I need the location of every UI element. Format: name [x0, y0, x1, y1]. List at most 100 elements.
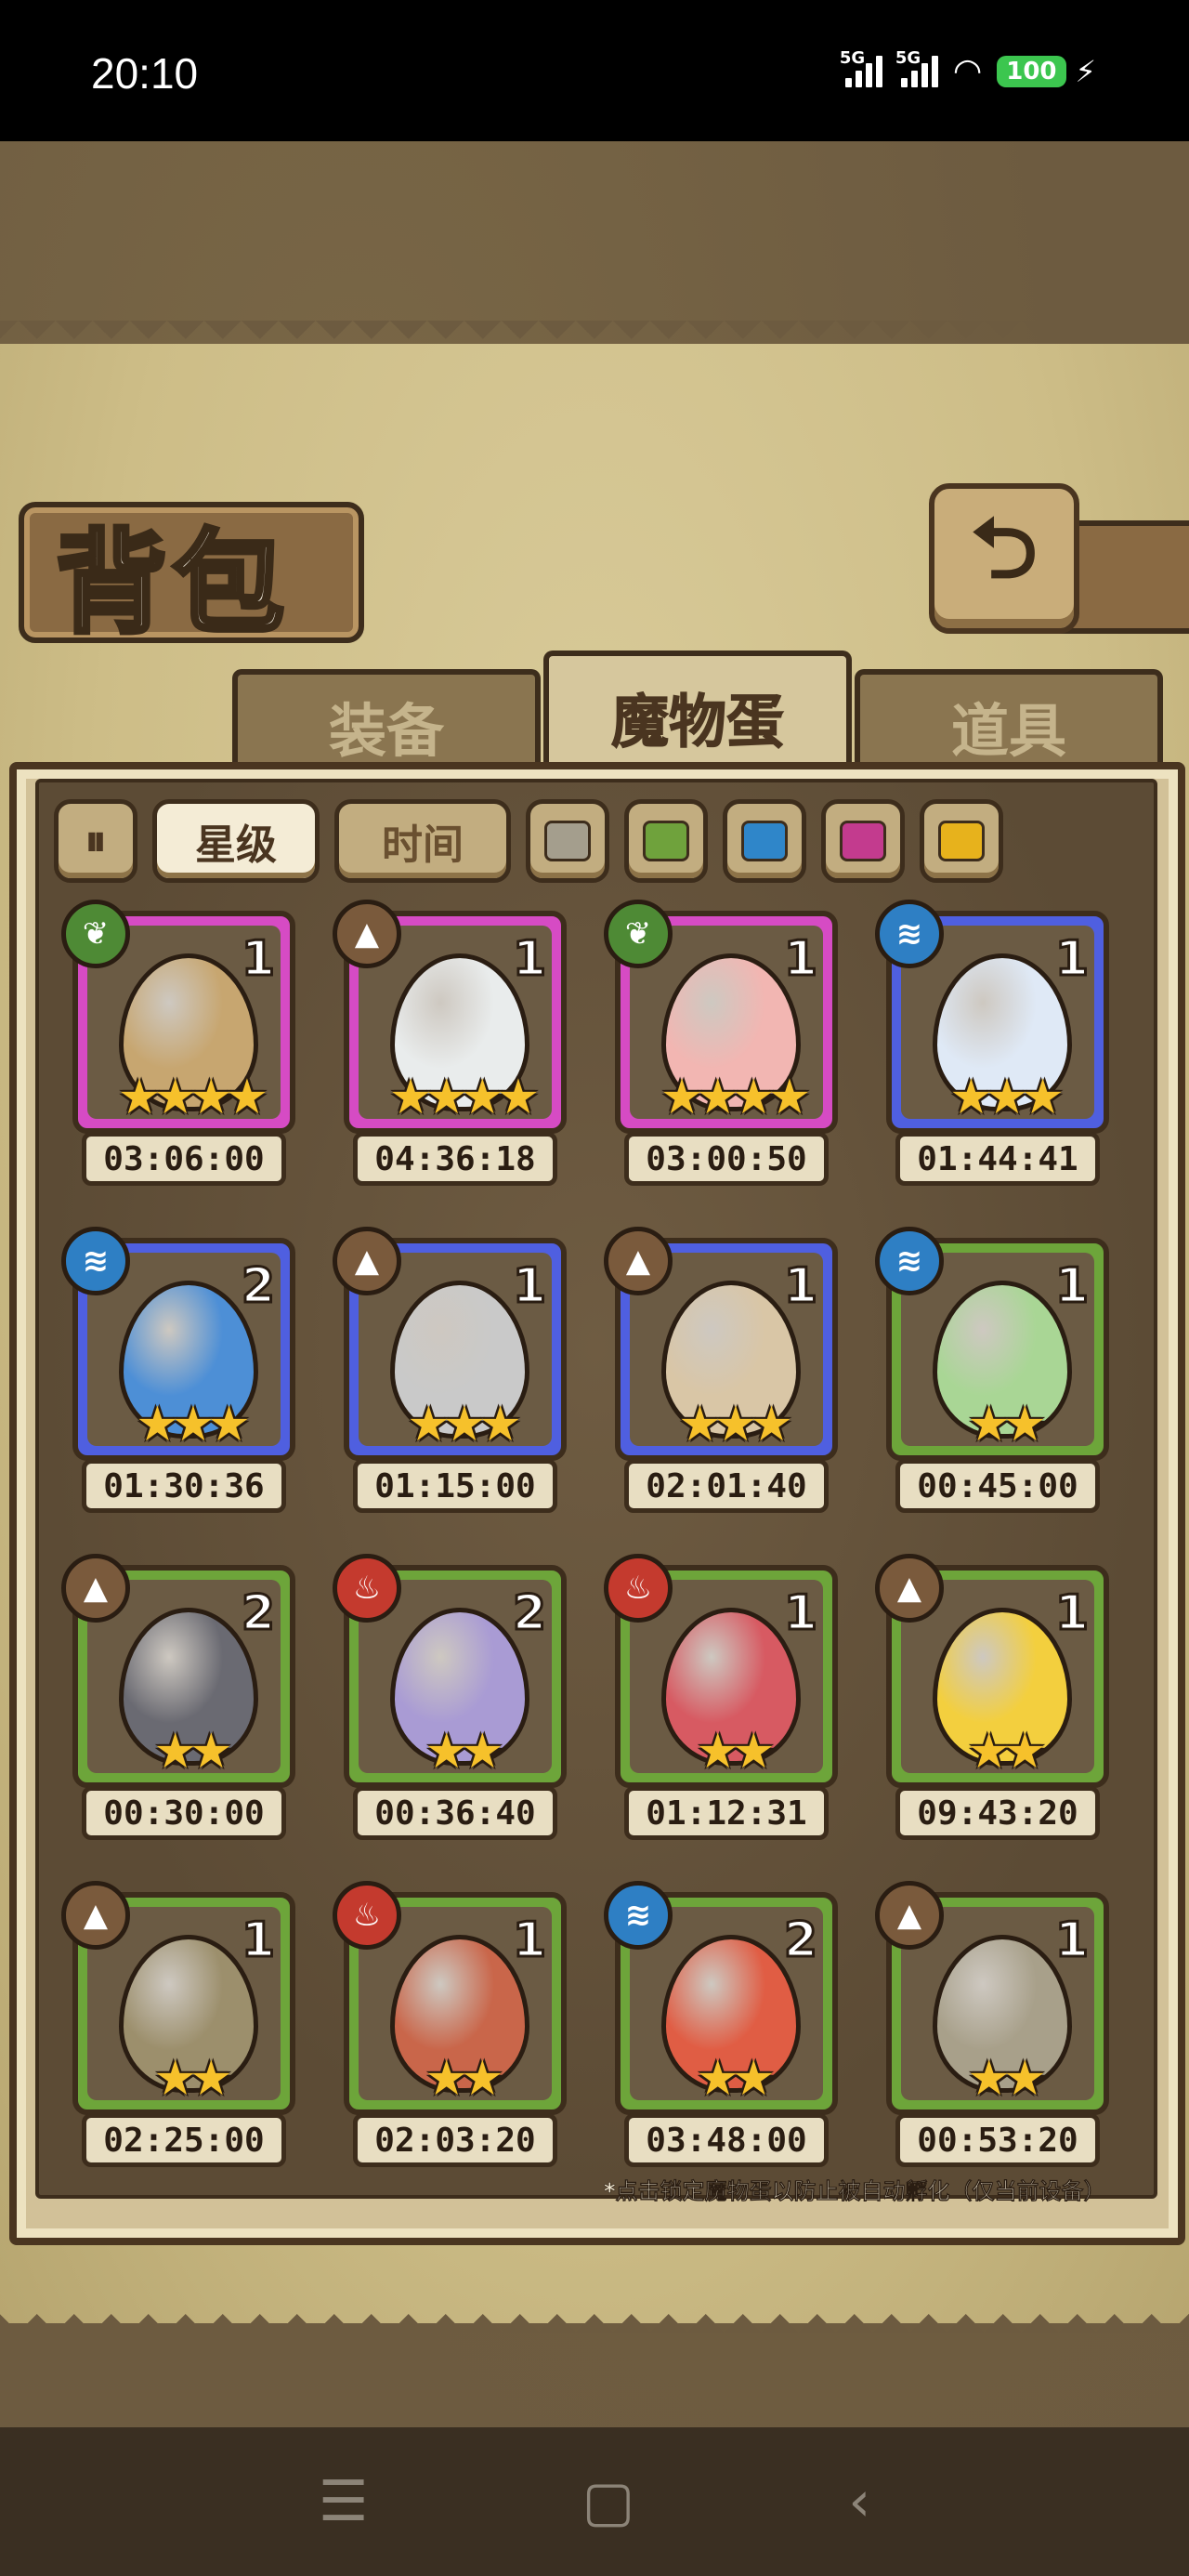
fire-element-icon: ♨: [333, 1554, 401, 1623]
water-element-icon: ≋: [604, 1881, 673, 1950]
egg-count: 1: [240, 1912, 276, 1970]
egg-card[interactable]: 1 ★★ ▲ 00:53:20: [875, 1881, 1109, 2171]
egg-stars: ★★★: [136, 1397, 251, 1452]
egg-count: 1: [1053, 1257, 1090, 1316]
swatch: [938, 821, 985, 861]
menu-icon[interactable]: ☰: [319, 2469, 369, 2534]
swatch: [840, 821, 886, 861]
egg-stars: ★★★: [949, 1070, 1065, 1125]
water-element-icon: ≋: [61, 1227, 130, 1295]
tab-equipment[interactable]: 装备: [232, 669, 541, 777]
back-arrow-icon: ⮌: [970, 499, 1039, 598]
egg-stars: ★★: [967, 2051, 1046, 2107]
egg-stars: ★★★: [407, 1397, 522, 1452]
tab-monster-eggs[interactable]: 魔物蛋: [543, 651, 852, 777]
egg-card[interactable]: 1 ★★★ ▲ 01:15:00: [333, 1227, 567, 1517]
swatch: [741, 821, 788, 861]
egg-card[interactable]: 1 ★★★★ ▲ 04:36:18: [333, 900, 567, 1189]
star-label: 星级: [195, 821, 277, 869]
hatch-timer: 03:48:00: [624, 2113, 829, 2167]
fire-element-icon: ♨: [333, 1881, 401, 1950]
egg-stars: ★★: [696, 2051, 775, 2107]
battery-indicator: 100: [997, 55, 1066, 87]
egg-card[interactable]: 1 ★★★ ▲ 02:01:40: [604, 1227, 838, 1517]
egg-card[interactable]: 1 ★★★ ≋ 01:44:41: [875, 900, 1109, 1189]
status-time: 20:10: [91, 49, 199, 98]
sort-order-button[interactable]: ⏸: [54, 799, 137, 883]
egg-card[interactable]: 2 ★★ ▲ 00:30:00: [61, 1554, 295, 1844]
egg-card[interactable]: 1 ★★★★ ❦ 03:06:00: [61, 900, 295, 1189]
earth-element-icon: ▲: [875, 1881, 944, 1950]
back-nav-icon[interactable]: ‹: [848, 2469, 870, 2534]
water-element-icon: ≋: [875, 900, 944, 968]
egg-count: 1: [1053, 930, 1090, 989]
egg-card[interactable]: 1 ★★ ▲ 09:43:20: [875, 1554, 1109, 1844]
egg-card[interactable]: 1 ★★★★ ❦ 03:00:50: [604, 900, 838, 1189]
tab-items[interactable]: 道具: [855, 669, 1163, 777]
filter-gray-button[interactable]: [526, 799, 609, 883]
swatch: [643, 821, 689, 861]
filter-purple-button[interactable]: [821, 799, 905, 883]
egg-card[interactable]: 1 ★★ ▲ 02:25:00: [61, 1881, 295, 2171]
signal-icon-2: 5G: [895, 48, 938, 87]
egg-count: 2: [511, 1584, 547, 1643]
egg-card[interactable]: 2 ★★★ ≋ 01:30:36: [61, 1227, 295, 1517]
egg-count: 1: [240, 930, 276, 989]
page-title: 背包: [54, 516, 290, 651]
grass-element-icon: ❦: [604, 900, 673, 968]
egg-stars: ★★★★: [117, 1070, 268, 1125]
egg-card[interactable]: 2 ★★ ≋ 03:48:00: [604, 1881, 838, 2171]
wifi-icon: ◠: [952, 52, 983, 90]
egg-stars: ★★★★: [388, 1070, 540, 1125]
fire-element-icon: ♨: [604, 1554, 673, 1623]
egg-count: 1: [782, 1257, 818, 1316]
signal-icon: 5G: [840, 48, 882, 87]
hatch-timer: 02:03:20: [353, 2113, 557, 2167]
sort-by-star-button[interactable]: 星级: [152, 799, 320, 883]
filter-green-button[interactable]: [624, 799, 708, 883]
hatch-timer: 01:30:36: [82, 1459, 286, 1513]
tab-label: 装备: [328, 697, 444, 765]
tab-label: 魔物蛋: [610, 688, 784, 756]
egg-stars: ★★: [425, 2051, 503, 2107]
earth-element-icon: ▲: [61, 1881, 130, 1950]
torn-edge-top: [0, 321, 1189, 358]
status-icons: 5G 5G ◠ 100 ⚡: [840, 48, 1096, 91]
hatch-timer: 01:15:00: [353, 1459, 557, 1513]
egg-card[interactable]: 1 ★★ ♨ 02:03:20: [333, 1881, 567, 2171]
sort-by-time-button[interactable]: 时间: [334, 799, 511, 883]
egg-stars: ★★: [153, 2051, 232, 2107]
system-nav-bar: ☰ ▢ ‹: [0, 2427, 1189, 2576]
home-icon[interactable]: ▢: [582, 2469, 635, 2534]
sim2-label: 5G: [895, 47, 921, 68]
hatch-timer: 00:36:40: [353, 1786, 557, 1840]
egg-stars: ★★: [967, 1724, 1046, 1780]
egg-count: 1: [511, 1912, 547, 1970]
tab-bar: 装备 魔物蛋 道具: [0, 651, 1189, 781]
egg-count: 1: [511, 930, 547, 989]
egg-count: 1: [782, 930, 818, 989]
egg-card[interactable]: 1 ★★ ♨ 01:12:31: [604, 1554, 838, 1844]
hatch-timer: 02:01:40: [624, 1459, 829, 1513]
hatch-timer: 09:43:20: [895, 1786, 1100, 1840]
lock-hint-note: *点击锁定魔物蛋以防止被自动孵化（仅当前设备）: [604, 2178, 1106, 2205]
hatch-timer: 02:25:00: [82, 2113, 286, 2167]
egg-count: 1: [1053, 1912, 1090, 1970]
egg-card[interactable]: 2 ★★ ♨ 00:36:40: [333, 1554, 567, 1844]
filter-gold-button[interactable]: [920, 799, 1003, 883]
hatch-timer: 01:44:41: [895, 1132, 1100, 1186]
hatch-timer: 03:06:00: [82, 1132, 286, 1186]
egg-card[interactable]: 1 ★★ ≋ 00:45:00: [875, 1227, 1109, 1517]
egg-count: 1: [511, 1257, 547, 1316]
earth-element-icon: ▲: [333, 900, 401, 968]
egg-stars: ★★: [425, 1724, 503, 1780]
back-button[interactable]: ⮌: [929, 483, 1079, 634]
egg-stars: ★★: [967, 1397, 1046, 1452]
egg-stars: ★★: [696, 1724, 775, 1780]
sort-toggle-icon: ⏸: [85, 815, 107, 865]
torn-edge-bottom: [0, 2295, 1189, 2333]
filter-bar: ⏸ 星级 时间: [54, 799, 1003, 883]
tab-label: 道具: [950, 697, 1066, 765]
filter-blue-button[interactable]: [723, 799, 806, 883]
sim1-label: 5G: [839, 47, 866, 68]
